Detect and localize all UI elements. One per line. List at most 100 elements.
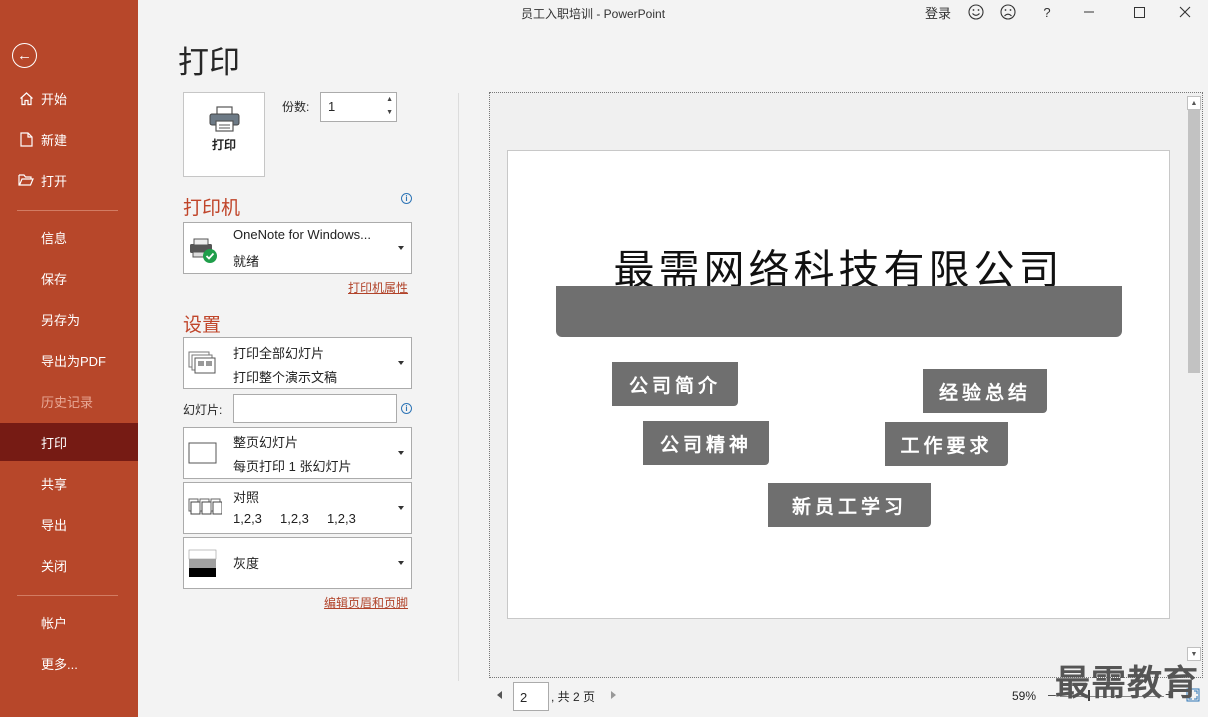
print-button-label: 打印 xyxy=(211,138,236,152)
copies-label: 份数: xyxy=(282,100,310,114)
dropdown-arrow-icon xyxy=(398,506,404,510)
edit-header-footer-link[interactable]: 编辑页眉和页脚 xyxy=(324,594,408,611)
spin-down-icon[interactable]: ▼ xyxy=(386,109,393,116)
nav-label: 关闭 xyxy=(41,558,68,574)
collate-primary: 对照 xyxy=(233,490,260,505)
nav-save-as[interactable]: 另存为 xyxy=(0,300,138,338)
nav-label: 另存为 xyxy=(41,312,81,328)
color-primary: 灰度 xyxy=(233,556,260,571)
new-document-icon xyxy=(18,131,34,147)
next-page-icon[interactable] xyxy=(611,691,616,699)
info-icon[interactable]: i xyxy=(401,403,412,414)
nav-label: 更多... xyxy=(41,656,78,672)
nav-label: 导出 xyxy=(41,517,68,533)
nav-history: 历史记录 xyxy=(0,382,138,420)
nav-account[interactable]: 帐户 xyxy=(0,603,138,641)
smile-icon[interactable] xyxy=(967,3,985,21)
slide-tag: 经验总结 xyxy=(923,369,1047,413)
printer-status: 就绪 xyxy=(233,254,260,269)
nav-export[interactable]: 导出 xyxy=(0,505,138,543)
printer-properties-link[interactable]: 打印机属性 xyxy=(348,279,408,296)
info-icon[interactable]: i xyxy=(401,193,412,204)
layout-primary: 整页幻灯片 xyxy=(233,435,299,450)
print-range-dropdown[interactable]: 打印全部幻灯片 打印整个演示文稿 xyxy=(183,337,412,389)
nav-more[interactable]: 更多... xyxy=(0,644,138,682)
print-range-primary: 打印全部幻灯片 xyxy=(233,346,325,361)
nav-label: 历史记录 xyxy=(41,394,94,410)
printer-section-title: 打印机 xyxy=(183,198,241,219)
collate-dropdown[interactable]: 对照 1,2,3 1,2,3 1,2,3 xyxy=(183,482,412,534)
title-bar: 员工入职培训 - PowerPoint 登录 ? xyxy=(138,0,1208,24)
grayscale-icon xyxy=(188,549,217,577)
slide-preview: 最需网络科技有限公司 公司简介 经验总结 公司精神 工作要求 新员工学习 xyxy=(507,150,1170,619)
slides-stack-icon xyxy=(188,351,216,374)
page-title: 打印 xyxy=(178,45,240,80)
dropdown-arrow-icon xyxy=(398,246,404,250)
nav-close[interactable]: 关闭 xyxy=(0,546,138,584)
printer-name: OneNote for Windows... xyxy=(233,227,371,242)
nav-divider xyxy=(17,595,118,596)
collate-secondary: 1,2,3 1,2,3 1,2,3 xyxy=(233,511,356,526)
nav-label: 新建 xyxy=(41,132,68,148)
layout-dropdown[interactable]: 整页幻灯片 每页打印 1 张幻灯片 xyxy=(183,427,412,479)
home-icon xyxy=(18,90,34,106)
page-number-value: 2 xyxy=(520,690,528,705)
copies-value: 1 xyxy=(328,99,336,114)
backstage-sidebar: ← 开始 新建 打开 信息 保存 另存为 导出为PDF 历史记录 打印 共享 导… xyxy=(0,0,138,717)
nav-info[interactable]: 信息 xyxy=(0,218,138,256)
page-total: , 共 2 页 xyxy=(551,690,596,704)
nav-export-pdf[interactable]: 导出为PDF xyxy=(0,341,138,379)
slides-label: 幻灯片: xyxy=(183,403,223,417)
settings-section-title: 设置 xyxy=(183,315,222,336)
print-button[interactable]: 打印 xyxy=(183,92,265,177)
scroll-up-icon[interactable]: ▲ xyxy=(1187,96,1201,110)
full-page-slide-icon xyxy=(188,442,217,464)
spin-up-icon[interactable]: ▲ xyxy=(386,96,393,103)
dropdown-arrow-icon xyxy=(398,561,404,565)
panel-divider xyxy=(458,93,459,681)
nav-label: 开始 xyxy=(41,91,68,107)
open-folder-icon xyxy=(18,172,34,188)
collate-icon xyxy=(188,498,222,515)
nav-label: 共享 xyxy=(41,476,68,492)
frown-icon[interactable] xyxy=(999,3,1017,21)
printer-ready-icon xyxy=(190,238,217,263)
help-button[interactable]: ? xyxy=(1041,3,1053,21)
slide-tag: 公司精神 xyxy=(643,421,769,465)
nav-save[interactable]: 保存 xyxy=(0,259,138,297)
maximize-icon[interactable] xyxy=(1132,3,1146,21)
nav-print[interactable]: 打印 xyxy=(0,423,138,461)
signin-link[interactable]: 登录 xyxy=(925,3,951,21)
copies-input[interactable]: 1 ▲ ▼ xyxy=(320,92,397,122)
nav-label: 信息 xyxy=(41,230,68,246)
preview-scrollbar[interactable]: ▲ ▼ xyxy=(1187,96,1201,661)
dropdown-arrow-icon xyxy=(398,361,404,365)
slide-tag: 新员工学习 xyxy=(768,483,931,527)
close-icon[interactable] xyxy=(1178,3,1192,21)
nav-label: 保存 xyxy=(41,271,68,287)
zoom-level[interactable]: 59% xyxy=(1012,689,1036,703)
nav-divider xyxy=(17,210,118,211)
printer-dropdown[interactable]: OneNote for Windows... 就绪 xyxy=(183,222,412,274)
minimize-icon[interactable] xyxy=(1082,3,1096,21)
nav-open[interactable]: 打开 xyxy=(0,161,138,199)
nav-home[interactable]: 开始 xyxy=(0,79,138,117)
slide-tag: 工作要求 xyxy=(885,422,1008,466)
slide-banner-shape xyxy=(556,286,1122,337)
nav-new[interactable]: 新建 xyxy=(0,120,138,158)
dropdown-arrow-icon xyxy=(398,451,404,455)
printer-icon xyxy=(209,106,240,132)
nav-label: 打开 xyxy=(41,173,68,189)
nav-label: 导出为PDF xyxy=(41,353,107,369)
nav-share[interactable]: 共享 xyxy=(0,464,138,502)
slides-input[interactable] xyxy=(233,394,397,423)
slide-tag: 公司简介 xyxy=(612,362,738,406)
watermark-text: 最需教育 xyxy=(1055,664,1200,703)
page-number-input[interactable]: 2 xyxy=(513,682,549,711)
nav-label: 打印 xyxy=(41,435,68,451)
back-arrow-icon[interactable]: ← xyxy=(12,43,37,68)
previous-page-icon[interactable] xyxy=(497,691,502,699)
color-dropdown[interactable]: 灰度 xyxy=(183,537,412,589)
print-range-secondary: 打印整个演示文稿 xyxy=(233,370,338,385)
scrollbar-thumb[interactable] xyxy=(1188,110,1200,373)
